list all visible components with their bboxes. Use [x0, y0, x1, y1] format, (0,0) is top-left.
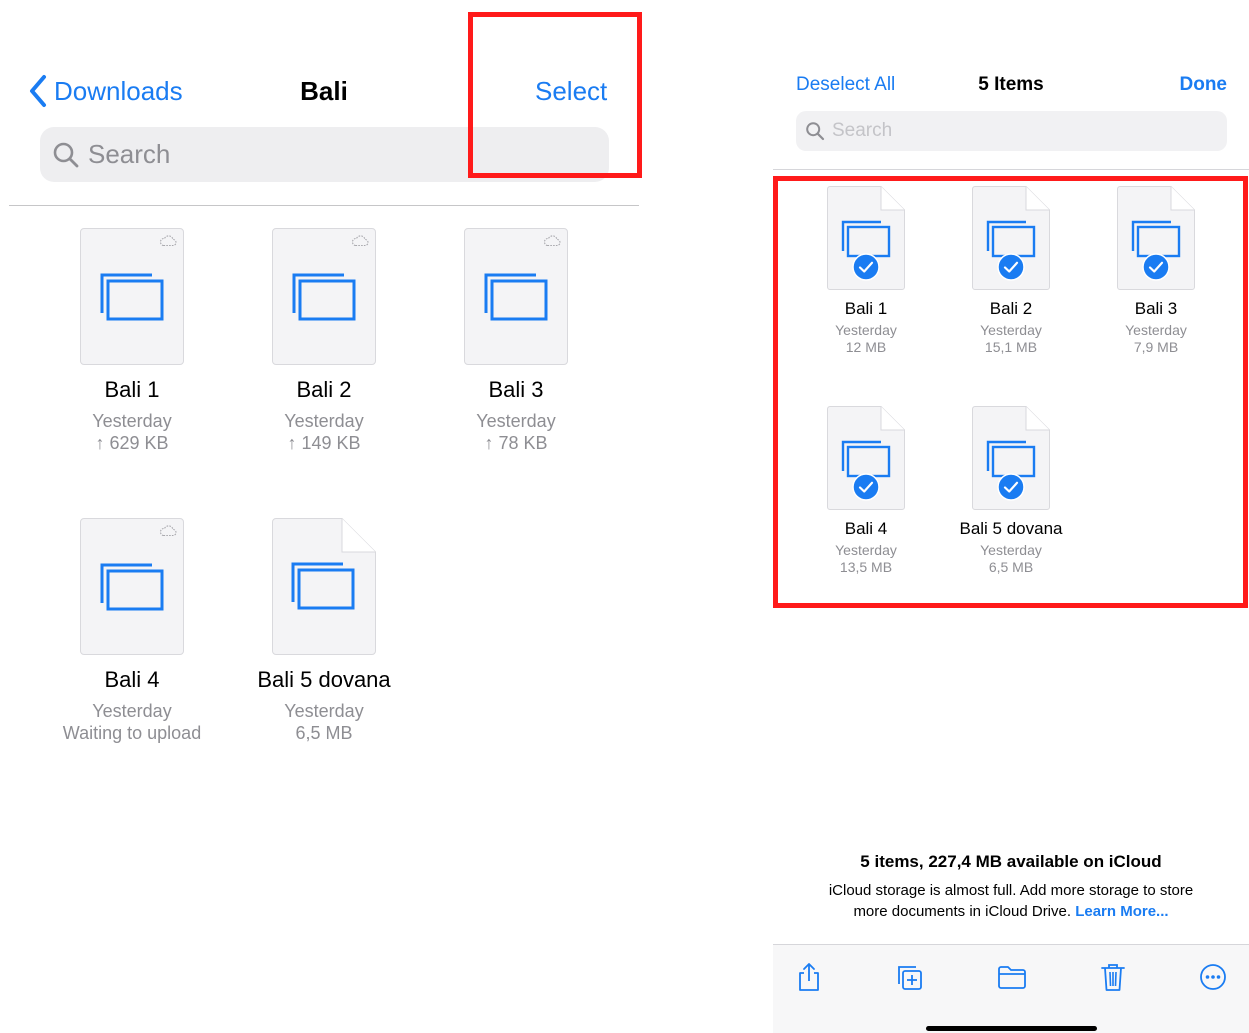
trash-icon	[1101, 964, 1125, 991]
right-screen: Deselect All 5 Items Done Bali 1 Yesterd…	[773, 0, 1249, 1033]
cloud-icon	[351, 235, 369, 247]
selected-file-item[interactable]: Bali 2 Yesterday 15,1 MB	[941, 186, 1081, 356]
document-thumbnail	[827, 186, 905, 290]
selection-count-title: 5 Items	[978, 74, 1044, 95]
file-item[interactable]: Bali 5 dovana Yesterday 6,5 MB	[229, 518, 419, 744]
checkmark-icon[interactable]	[997, 253, 1025, 281]
file-name: Bali 3	[1134, 299, 1178, 318]
selected-file-item[interactable]: Bali 3 Yesterday 7,9 MB	[1086, 186, 1226, 356]
back-button[interactable]: Downloads	[28, 74, 183, 108]
search-icon	[806, 122, 825, 141]
back-label: Downloads	[54, 75, 183, 106]
checkmark-icon[interactable]	[997, 473, 1025, 501]
file-date: Yesterday	[92, 411, 172, 431]
document-thumbnail	[464, 228, 568, 365]
delete-button[interactable]	[1098, 962, 1128, 992]
images-stack-icon	[291, 562, 355, 610]
divider	[773, 169, 1249, 170]
storage-summary: 5 items, 227,4 MB available on iCloud	[860, 852, 1162, 871]
document-thumbnail	[80, 518, 184, 655]
file-name: Bali 5 dovana	[257, 667, 391, 692]
chevron-left-icon	[30, 75, 46, 107]
file-name: Bali 5 dovana	[959, 519, 1063, 538]
file-date: Yesterday	[980, 322, 1042, 338]
document-thumbnail	[972, 406, 1050, 510]
file-name: Bali 4	[844, 519, 888, 538]
more-icon	[1200, 964, 1226, 990]
file-name: Bali 1	[844, 299, 888, 318]
file-size: 15,1 MB	[984, 339, 1038, 355]
document-thumbnail	[272, 228, 376, 365]
file-name: Bali 1	[104, 377, 160, 402]
file-name: Bali 4	[104, 667, 160, 692]
file-item[interactable]: Bali 3 Yesterday ↑ 78 KB	[421, 228, 611, 454]
share-button[interactable]	[794, 962, 824, 992]
file-status: ↑ 149 KB	[287, 433, 361, 453]
document-thumbnail	[80, 228, 184, 365]
file-date: Yesterday	[980, 542, 1042, 558]
folder-title: Bali	[300, 76, 348, 106]
images-stack-icon	[292, 273, 356, 321]
images-stack-icon	[100, 563, 164, 611]
cloud-icon	[543, 235, 561, 247]
file-status: Waiting to upload	[62, 723, 202, 743]
file-size: 12 MB	[845, 339, 887, 355]
home-indicator[interactable]	[926, 1026, 1097, 1031]
cloud-icon	[159, 525, 177, 537]
document-thumbnail	[827, 406, 905, 510]
file-item[interactable]: Bali 1 Yesterday ↑ 629 KB	[37, 228, 227, 454]
file-name: Bali 2	[989, 299, 1033, 318]
checkmark-icon[interactable]	[852, 253, 880, 281]
checkmark-icon[interactable]	[852, 473, 880, 501]
file-date: Yesterday	[476, 411, 556, 431]
cloud-icon	[159, 235, 177, 247]
file-status: ↑ 629 KB	[95, 433, 169, 453]
move-button[interactable]	[997, 962, 1027, 992]
file-size: 13,5 MB	[839, 559, 893, 575]
selected-file-item[interactable]: Bali 4 Yesterday 13,5 MB	[796, 406, 936, 576]
file-date: Yesterday	[284, 701, 364, 721]
left-screen: Downloads Bali Select Bali 1 Yesterday ↑…	[0, 0, 648, 1033]
learn-more-link[interactable]: Learn More...	[1075, 903, 1168, 920]
checkmark-icon[interactable]	[1142, 253, 1170, 281]
file-status: 6,5 MB	[295, 723, 353, 743]
file-size: 6,5 MB	[988, 559, 1034, 575]
folder-icon	[998, 966, 1026, 989]
document-thumbnail	[272, 518, 376, 655]
more-button[interactable]	[1198, 962, 1228, 992]
document-thumbnail	[972, 186, 1050, 290]
file-item[interactable]: Bali 4 Yesterday Waiting to upload	[37, 518, 227, 744]
done-button[interactable]: Done	[1180, 74, 1228, 96]
search-icon	[53, 142, 79, 167]
images-stack-icon	[100, 273, 164, 321]
duplicate-icon	[898, 966, 922, 990]
divider	[9, 205, 639, 206]
search-bar[interactable]	[796, 111, 1227, 151]
search-input[interactable]	[832, 120, 1212, 142]
file-date: Yesterday	[1125, 322, 1187, 338]
file-date: Yesterday	[92, 701, 172, 721]
file-name: Bali 2	[296, 377, 352, 402]
images-stack-icon	[484, 273, 548, 321]
file-size: 7,9 MB	[1133, 339, 1179, 355]
storage-info: 5 items, 227,4 MB available on iCloud iC…	[773, 852, 1249, 922]
document-thumbnail	[1117, 186, 1195, 290]
file-status: ↑ 78 KB	[484, 433, 548, 453]
duplicate-button[interactable]	[894, 962, 924, 992]
file-date: Yesterday	[835, 542, 897, 558]
selected-file-item[interactable]: Bali 1 Yesterday 12 MB	[796, 186, 936, 356]
bottom-toolbar	[773, 944, 1249, 1033]
deselect-all-button[interactable]: Deselect All	[796, 74, 895, 96]
file-item[interactable]: Bali 2 Yesterday ↑ 149 KB	[229, 228, 419, 454]
file-name: Bali 3	[488, 377, 544, 402]
file-date: Yesterday	[284, 411, 364, 431]
storage-message: iCloud storage is almost full. Add more …	[773, 880, 1249, 922]
highlight-box-select	[468, 12, 642, 178]
share-icon	[799, 963, 819, 991]
file-date: Yesterday	[835, 322, 897, 338]
selected-file-item[interactable]: Bali 5 dovana Yesterday 6,5 MB	[941, 406, 1081, 576]
